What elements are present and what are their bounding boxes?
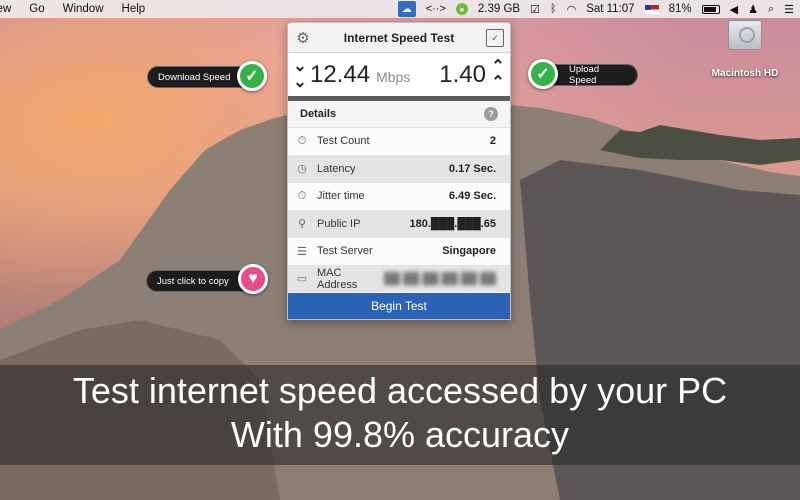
panel-title: Internet Speed Test xyxy=(343,30,455,45)
details-label: Details xyxy=(300,108,337,120)
row-label: Latency xyxy=(317,162,356,175)
hard-drive-icon xyxy=(728,20,762,50)
speed-readout: ⌄ ⌄ 12.44 Mbps 1.40 ⌃ ⌃ xyxy=(288,53,510,101)
chevron-up-icon: ⌃ ⌃ xyxy=(491,57,505,91)
menu-go[interactable]: Go xyxy=(29,3,44,15)
memory-icon[interactable]: ● xyxy=(455,3,468,15)
row-value: 2 xyxy=(489,135,496,148)
row-latency: ◷ Latency 0.17 Sec. xyxy=(288,154,510,182)
row-public-ip[interactable]: ⚲ Public IP 180.███.███.65 xyxy=(288,209,510,237)
menu-bar: iew Go Window Help ☁ <··> ● 2.39 GB ☑ ᛒ … xyxy=(0,0,800,18)
checkbox-icon[interactable]: ☑ xyxy=(530,3,540,16)
caption-line-1: Test internet speed accessed by your PC xyxy=(72,370,728,411)
spotlight-search-icon[interactable]: ⌕ xyxy=(768,3,774,16)
row-label: Public IP xyxy=(317,217,361,230)
speed-unit: Mbps xyxy=(376,68,411,85)
caption-band: Test internet speed accessed by your PC … xyxy=(0,365,800,465)
row-label: Test Server xyxy=(317,245,373,258)
chevron-down-icon: ⌄ ⌄ xyxy=(293,57,307,91)
download-value: 12.44 xyxy=(310,60,371,88)
network-activity-icon[interactable]: <··> xyxy=(426,3,446,15)
help-icon[interactable]: ? xyxy=(484,107,498,121)
menu-help[interactable]: Help xyxy=(122,3,146,15)
clock[interactable]: Sat 11:07 xyxy=(586,3,634,15)
row-label: Test Count xyxy=(317,135,370,148)
details-header: Details ? xyxy=(288,101,510,127)
row-test-server: ☰ Test Server Singapore xyxy=(288,237,510,265)
hd-label: Macintosh HD xyxy=(711,68,779,79)
row-value: 0.17 Sec. xyxy=(448,162,496,175)
row-mac-address[interactable]: ▭ MAC Address ██:██:██:██:██:██ xyxy=(288,264,510,292)
stopwatch-icon: ⏱ xyxy=(297,134,307,147)
bluetooth-icon[interactable]: ᛒ xyxy=(550,3,557,15)
us-flag-icon[interactable] xyxy=(644,4,659,14)
check-icon: ✓ xyxy=(237,61,267,91)
wifi-icon[interactable]: ◠ xyxy=(567,3,577,16)
monitor-icon: ▭ xyxy=(296,273,308,286)
speedtest-menubar-icon[interactable]: ☁ xyxy=(397,1,416,17)
save-history-icon[interactable]: ✓ xyxy=(486,29,504,47)
row-value[interactable]: ██:██:██:██:██:██ xyxy=(384,273,496,285)
upload-value: 1.40 xyxy=(439,60,486,88)
memory-value[interactable]: 2.39 GB xyxy=(478,3,520,15)
battery-icon[interactable] xyxy=(701,4,720,14)
caption-line-2: With 99.8% accuracy xyxy=(230,414,570,455)
notification-center-icon[interactable]: ☰ xyxy=(784,3,794,16)
row-test-count: ⏱ Test Count 2 xyxy=(288,127,510,155)
row-value: Singapore xyxy=(442,245,496,258)
panel-header: ⚙ Internet Speed Test ✓ xyxy=(288,23,510,53)
check-icon: ✓ xyxy=(528,59,558,89)
row-label: MAC Address xyxy=(316,266,358,291)
battery-percent[interactable]: 81% xyxy=(669,3,692,15)
menu-window[interactable]: Window xyxy=(63,3,104,15)
server-icon: ☰ xyxy=(297,245,307,258)
network-icon: ⚲ xyxy=(297,218,307,231)
gear-icon[interactable]: ⚙ xyxy=(294,29,312,47)
speed-test-panel: ⚙ Internet Speed Test ✓ ⌄ ⌄ 12.44 Mbps 1.… xyxy=(287,22,511,320)
volume-icon[interactable]: ◀︎ xyxy=(730,3,738,16)
begin-test-button[interactable]: Begin Test xyxy=(288,293,510,319)
details-list: ⏱ Test Count 2 ◷ Latency 0.17 Sec. ⏱ Jit… xyxy=(288,127,510,292)
row-label: Jitter time xyxy=(317,190,365,203)
user-icon[interactable]: ♟ xyxy=(748,3,758,16)
row-jitter: ⏱ Jitter time 6.49 Sec. xyxy=(288,182,510,210)
desktop-hd-item[interactable]: Macintosh HD xyxy=(700,20,790,79)
menu-view[interactable]: iew xyxy=(0,3,11,15)
row-value[interactable]: 180.███.███.65 xyxy=(409,218,496,230)
stopwatch-icon: ⏱ xyxy=(297,189,307,202)
clock-icon: ◷ xyxy=(297,163,307,176)
row-value: 6.49 Sec. xyxy=(448,190,496,203)
heart-icon: ♥ xyxy=(238,264,268,294)
